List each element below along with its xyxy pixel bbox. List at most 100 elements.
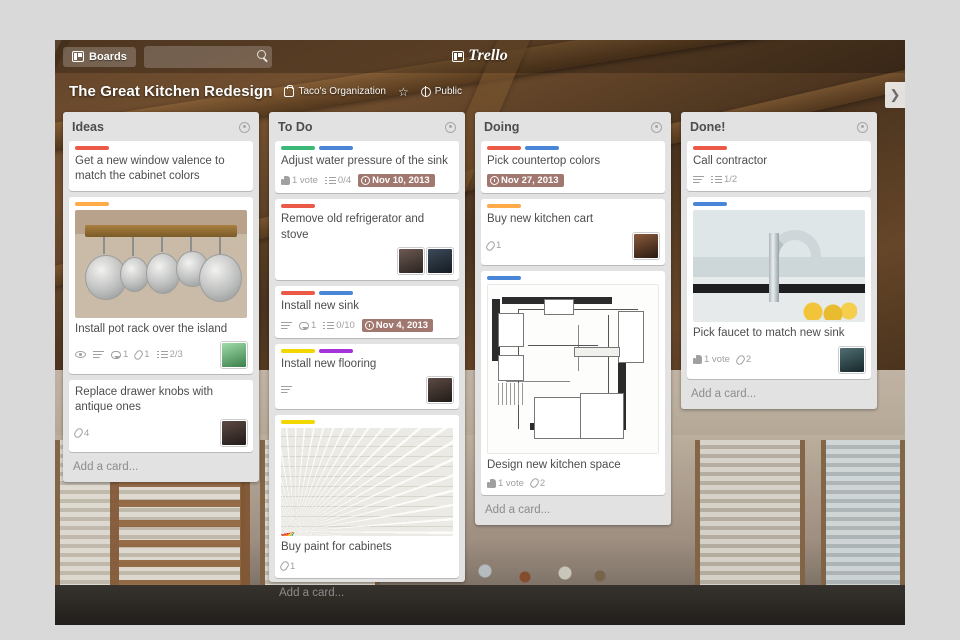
card-labels xyxy=(281,420,453,425)
card[interactable]: Install new sink 1 0/10 Nov 4, 2013 xyxy=(275,285,459,339)
attachment-badge: 4 xyxy=(72,427,89,440)
card-title: Pick faucet to match new sink xyxy=(693,327,845,340)
page-title[interactable]: The Great Kitchen Redesign xyxy=(69,83,272,100)
list-done: Done! Call contractor 1/2 Pick faucet to… xyxy=(681,112,877,409)
label-purple[interactable] xyxy=(319,349,353,354)
card-title: Install new flooring xyxy=(281,358,377,371)
card[interactable]: Replace drawer knobs with antique ones 4 xyxy=(69,379,253,453)
avatar[interactable] xyxy=(398,247,424,274)
list-title: Doing xyxy=(484,120,520,134)
card[interactable]: Design new kitchen space 1 vote 2 xyxy=(481,270,665,495)
eye-icon xyxy=(75,351,86,359)
card[interactable]: Get a new window valence to match the ca… xyxy=(69,141,253,191)
boards-button[interactable]: Boards xyxy=(63,46,136,67)
card-labels xyxy=(281,146,453,150)
list-title: To Do xyxy=(278,120,313,134)
card-badges: 1 xyxy=(278,560,453,573)
list-menu-icon[interactable] xyxy=(445,121,456,133)
label-yellow[interactable] xyxy=(281,420,315,425)
attachment-badge: 2 xyxy=(734,353,751,366)
clock-icon xyxy=(361,176,371,186)
label-blue[interactable] xyxy=(693,202,727,207)
label-orange[interactable] xyxy=(487,204,521,209)
label-yellow[interactable] xyxy=(281,349,315,354)
add-card-button[interactable]: Add a card... xyxy=(687,379,871,409)
label-blue[interactable] xyxy=(319,146,353,150)
visibility-button[interactable]: Public xyxy=(420,86,463,97)
card-labels xyxy=(75,146,247,150)
card[interactable]: Adjust water pressure of the sink 1 vote… xyxy=(275,141,459,194)
list-header: Done! xyxy=(687,118,871,141)
list-header: Doing xyxy=(481,118,665,141)
card-labels xyxy=(693,202,865,207)
card-badges: 1 vote 0/4 Nov 10, 2013 xyxy=(281,174,453,188)
card-title: Remove old refrigerator and stove xyxy=(281,213,425,241)
card[interactable]: Pick countertop colors Nov 27, 2013 xyxy=(481,141,665,194)
label-blue[interactable] xyxy=(487,275,521,280)
label-red[interactable] xyxy=(281,290,315,295)
add-card-button[interactable]: Add a card... xyxy=(69,452,253,482)
card[interactable]: Remove old refrigerator and stove xyxy=(275,199,459,280)
add-card-button[interactable]: Add a card... xyxy=(275,578,459,608)
due-date-badge: Nov 27, 2013 xyxy=(487,174,564,188)
clock-icon xyxy=(364,321,374,331)
globe-icon xyxy=(420,86,431,97)
card-labels xyxy=(487,204,659,209)
checklist-badge: 2/3 xyxy=(156,349,183,360)
label-red[interactable] xyxy=(487,146,521,150)
label-red[interactable] xyxy=(693,146,727,150)
label-blue[interactable] xyxy=(525,146,559,150)
card[interactable]: Install new flooring xyxy=(275,344,459,410)
avatar[interactable] xyxy=(839,346,865,373)
description-icon xyxy=(281,321,292,330)
organization-icon xyxy=(284,84,295,97)
list-doing: Doing Pick countertop colors Nov 27, 201… xyxy=(475,112,671,525)
attachment-icon xyxy=(528,477,541,490)
card-badges: 1/2 xyxy=(693,174,865,185)
card[interactable]: Buy new kitchen cart 1 xyxy=(481,199,665,265)
attachment-icon xyxy=(734,353,747,366)
card[interactable]: Buy paint for cabinets 1 xyxy=(275,415,459,578)
list-header: To Do xyxy=(275,118,459,141)
avatar[interactable] xyxy=(221,420,247,447)
search-input[interactable] xyxy=(143,45,272,68)
card-title: Design new kitchen space xyxy=(487,458,621,471)
visibility-label: Public xyxy=(434,86,463,97)
vote-badge: 1 vote xyxy=(281,175,318,186)
card-title: Replace drawer knobs with antique ones xyxy=(75,385,214,414)
checklist-icon xyxy=(711,175,722,184)
label-red[interactable] xyxy=(75,146,109,150)
list-menu-icon[interactable] xyxy=(651,121,662,133)
description-badge xyxy=(93,350,104,359)
sidebar-toggle-button[interactable]: ❯ xyxy=(885,82,905,108)
organization-link[interactable]: Taco's Organization xyxy=(284,84,386,97)
card-cover-image xyxy=(487,283,659,454)
trello-logo-icon xyxy=(452,50,465,62)
label-blue[interactable] xyxy=(319,290,353,295)
avatar[interactable] xyxy=(427,247,453,274)
avatar[interactable] xyxy=(221,341,247,368)
trello-logo[interactable]: Trello xyxy=(420,47,540,65)
card-labels xyxy=(75,201,247,206)
avatar[interactable] xyxy=(427,377,453,404)
attachment-badge: 2 xyxy=(528,477,545,490)
list-to-do: To Do Adjust water pressure of the sink … xyxy=(269,112,465,599)
card[interactable]: Call contractor 1/2 xyxy=(687,141,871,192)
add-card-button[interactable]: Add a card... xyxy=(481,495,665,525)
card[interactable]: Pick faucet to match new sink 1 vote 2 xyxy=(687,197,871,379)
comment-icon xyxy=(111,350,121,359)
checklist-badge: 0/4 xyxy=(324,175,351,186)
card-labels xyxy=(281,349,453,354)
star-board-button[interactable]: ☆ xyxy=(398,86,409,98)
label-green[interactable] xyxy=(281,146,315,150)
list-menu-icon[interactable] xyxy=(857,121,868,133)
description-icon xyxy=(93,350,104,359)
attachment-icon xyxy=(72,427,85,440)
checklist-icon xyxy=(324,176,336,185)
label-red[interactable] xyxy=(281,204,315,209)
checklist-badge: 0/10 xyxy=(323,320,355,331)
avatar[interactable] xyxy=(633,232,659,259)
card[interactable]: Install pot rack over the island 1 1 2/3 xyxy=(69,196,253,374)
list-menu-icon[interactable] xyxy=(239,121,250,133)
label-orange[interactable] xyxy=(75,201,109,206)
